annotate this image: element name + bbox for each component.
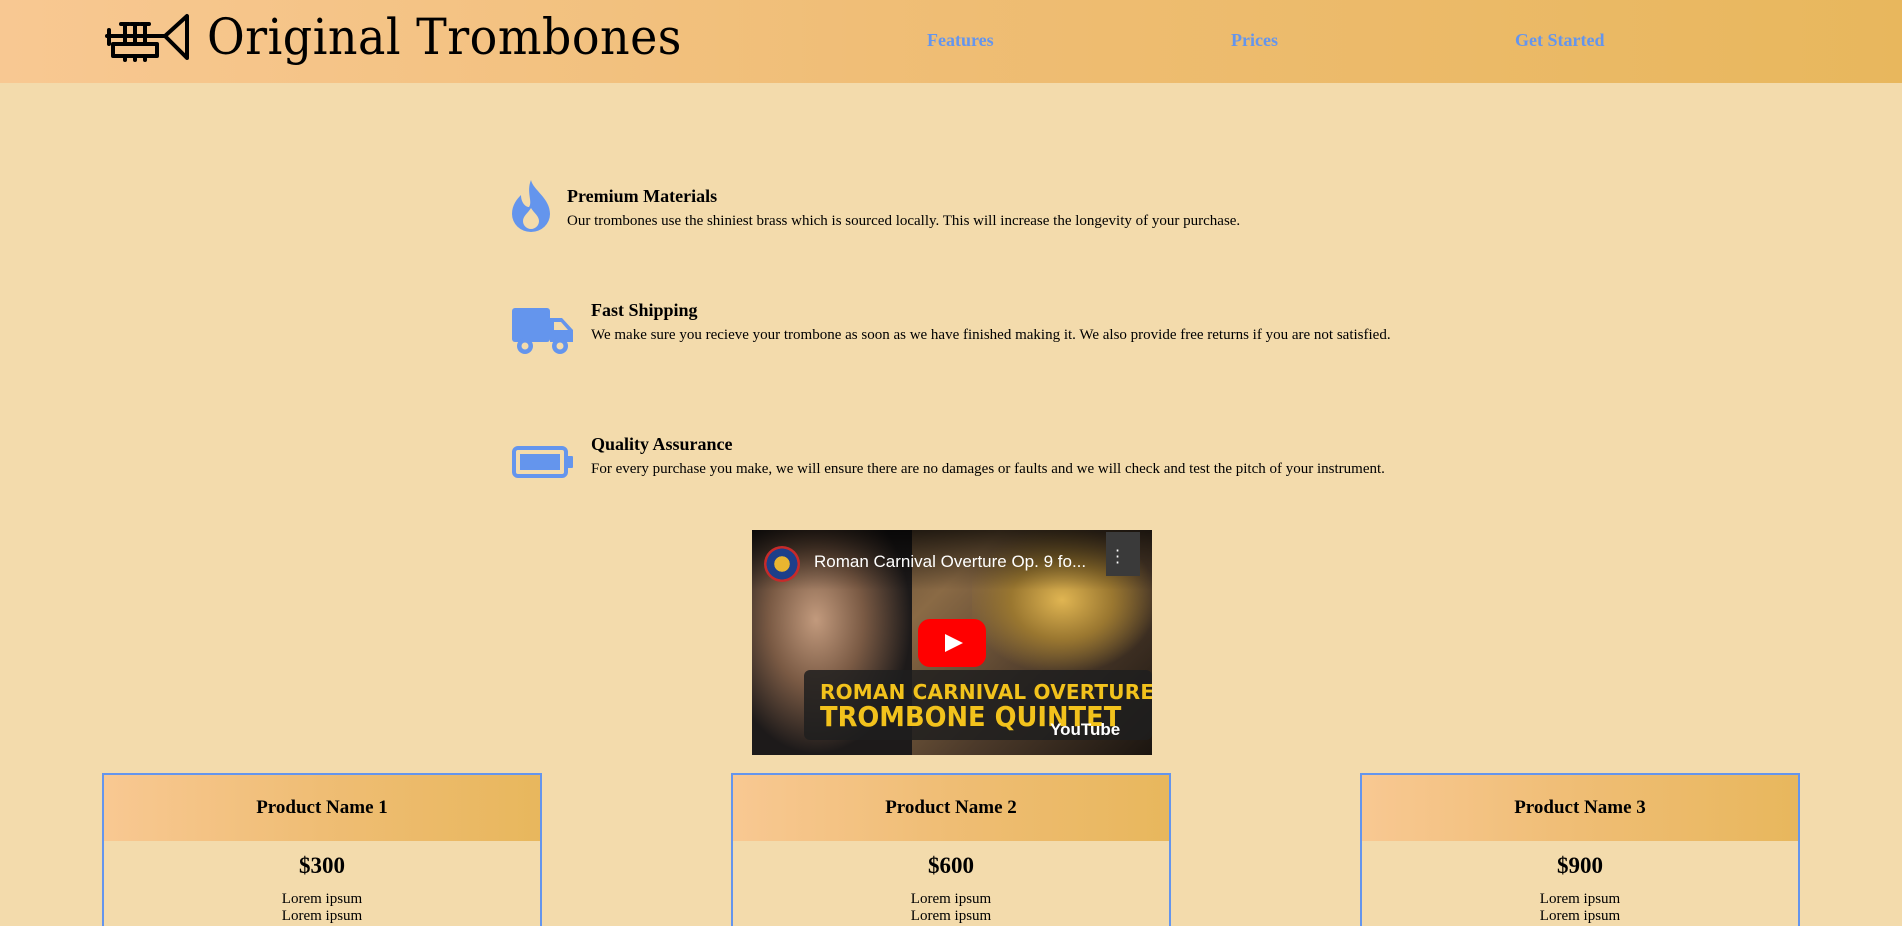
feature-text: For every purchase you make, we will ens… [591,461,1385,477]
product-feature: Lorem ipsum [281,891,363,907]
youtube-logo[interactable]: YouTube [1050,720,1120,740]
more-options-icon[interactable]: · · · [1115,543,1120,571]
video-title[interactable]: Roman Carnival Overture Op. 9 fo... [814,552,1086,572]
brand-logo[interactable]: Original Trombones [103,8,723,66]
play-button[interactable] [918,619,986,667]
nav-link-get-started[interactable]: Get Started [1515,30,1604,51]
channel-avatar[interactable] [764,546,800,582]
nav-link-prices[interactable]: Prices [1231,30,1278,51]
product-card-3: Product Name 3 $900 Lorem ipsum Lorem ip… [1360,773,1800,926]
product-card-2: Product Name 2 $600 Lorem ipsum Lorem ip… [731,773,1171,926]
nav-link-features[interactable]: Features [927,30,994,51]
product-feature: Lorem ipsum [1539,891,1621,907]
site-header: Original Trombones Features Prices Get S… [0,0,1902,83]
brand-name: Original Trombones [207,8,682,66]
share-icon[interactable] [1106,532,1140,576]
product-price: $600 [928,853,974,878]
battery-icon [512,446,573,478]
trumpet-icon [105,14,189,62]
video-player[interactable]: Roman Carnival Overture Op. 9 fo... · · · … [752,530,1152,755]
product-card-1: Product Name 1 $300 Lorem ipsum Lorem ip… [102,773,542,926]
product-price: $300 [299,853,345,878]
fire-icon [512,180,550,232]
product-price: $900 [1557,853,1603,878]
product-name: Product Name 3 [1362,775,1798,841]
feature-text: Our trombones use the shiniest brass whi… [567,213,1241,229]
product-feature: Lorem ipsum [281,908,363,924]
feature-title: Quality Assurance [591,434,733,454]
product-name: Product Name 2 [733,775,1169,841]
product-feature: Lorem ipsum [1539,908,1621,924]
product-feature: Lorem ipsum [910,908,992,924]
feature-text: We make sure you recieve your trombone a… [591,327,1391,343]
product-feature: Lorem ipsum [910,891,992,907]
truck-icon [512,308,573,354]
feature-title: Premium Materials [567,186,718,206]
feature-title: Fast Shipping [591,300,698,320]
product-name: Product Name 1 [104,775,540,841]
